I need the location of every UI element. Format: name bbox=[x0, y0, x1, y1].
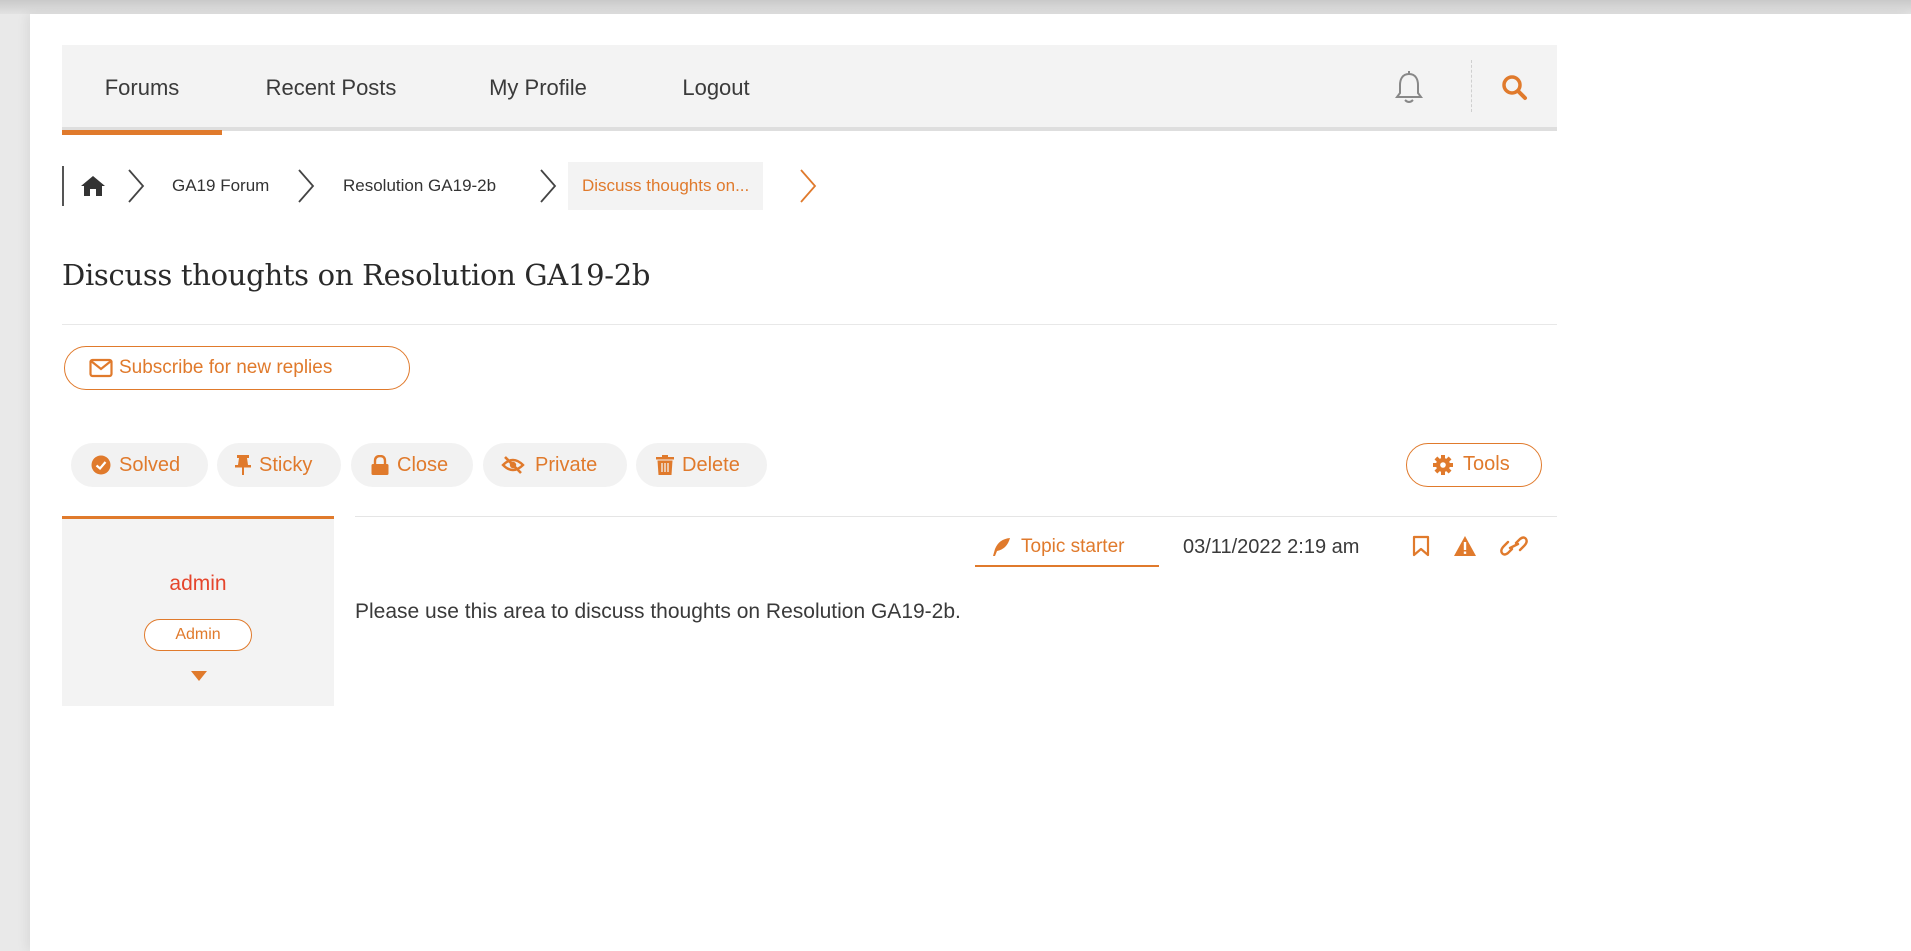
author-name[interactable]: admin bbox=[62, 572, 334, 596]
eye-slash-icon bbox=[501, 456, 525, 474]
chevron-right-icon bbox=[298, 169, 315, 203]
lock-icon bbox=[371, 455, 389, 475]
nav-logout[interactable]: Logout bbox=[666, 45, 766, 131]
nav-forums[interactable]: Forums bbox=[62, 45, 222, 135]
search-icon[interactable] bbox=[1496, 69, 1534, 107]
breadcrumb-current: Discuss thoughts on... bbox=[568, 162, 764, 210]
main-nav: Forums Recent Posts My Profile Logout bbox=[62, 45, 1557, 135]
solved-button[interactable]: Solved bbox=[71, 443, 208, 487]
private-button[interactable]: Private bbox=[483, 443, 627, 487]
breadcrumb-start-bar bbox=[62, 166, 64, 206]
bell-icon[interactable] bbox=[1390, 69, 1428, 107]
delete-label: Delete bbox=[682, 454, 740, 476]
page-title: Discuss thoughts on Resolution GA19-2b bbox=[62, 258, 651, 292]
delete-button[interactable]: Delete bbox=[636, 443, 767, 487]
post-date: 03/11/2022 2:19 am bbox=[1183, 536, 1360, 558]
private-label: Private bbox=[535, 454, 598, 476]
sticky-label: Sticky bbox=[259, 454, 313, 476]
feather-icon bbox=[993, 538, 1010, 556]
nav-my-profile[interactable]: My Profile bbox=[468, 45, 608, 131]
nav-recent-posts[interactable]: Recent Posts bbox=[254, 45, 408, 131]
topic-starter-badge: Topic starter bbox=[975, 533, 1159, 567]
link-icon[interactable] bbox=[1500, 535, 1528, 557]
title-divider bbox=[62, 324, 1557, 325]
breadcrumb-resolution[interactable]: Resolution GA19-2b bbox=[343, 162, 496, 210]
close-label: Close bbox=[397, 454, 449, 476]
caret-down-icon[interactable] bbox=[191, 671, 207, 681]
breadcrumb: GA19 Forum Resolution GA19-2b Discuss th… bbox=[62, 162, 962, 210]
trash-icon bbox=[656, 455, 674, 475]
solved-label: Solved bbox=[119, 454, 181, 476]
subscribe-label: Subscribe for new replies bbox=[119, 357, 333, 378]
tools-label: Tools bbox=[1463, 453, 1510, 475]
chevron-right-icon bbox=[800, 169, 817, 203]
sticky-button[interactable]: Sticky bbox=[217, 443, 341, 487]
post-author-panel: admin Admin bbox=[62, 516, 334, 706]
subscribe-button[interactable]: Subscribe for new replies bbox=[64, 346, 410, 390]
check-circle-icon bbox=[91, 455, 111, 475]
nav-divider bbox=[1471, 60, 1472, 112]
pin-icon bbox=[235, 455, 251, 475]
topic-starter-label: Topic starter bbox=[1021, 536, 1125, 557]
post-header-divider bbox=[355, 516, 1557, 517]
envelope-icon bbox=[89, 358, 113, 378]
breadcrumb-forum[interactable]: GA19 Forum bbox=[172, 162, 269, 210]
warning-icon[interactable] bbox=[1453, 535, 1477, 557]
home-icon[interactable] bbox=[80, 175, 106, 197]
chevron-right-icon bbox=[128, 169, 145, 203]
chevron-right-icon bbox=[540, 169, 557, 203]
window-top-edge bbox=[0, 0, 1911, 14]
bookmark-icon[interactable] bbox=[1412, 535, 1430, 557]
author-role-badge: Admin bbox=[144, 619, 252, 651]
gear-icon bbox=[1433, 455, 1453, 475]
tools-button[interactable]: Tools bbox=[1406, 443, 1542, 487]
post-content: Please use this area to discuss thoughts… bbox=[355, 600, 961, 623]
close-button[interactable]: Close bbox=[351, 443, 473, 487]
